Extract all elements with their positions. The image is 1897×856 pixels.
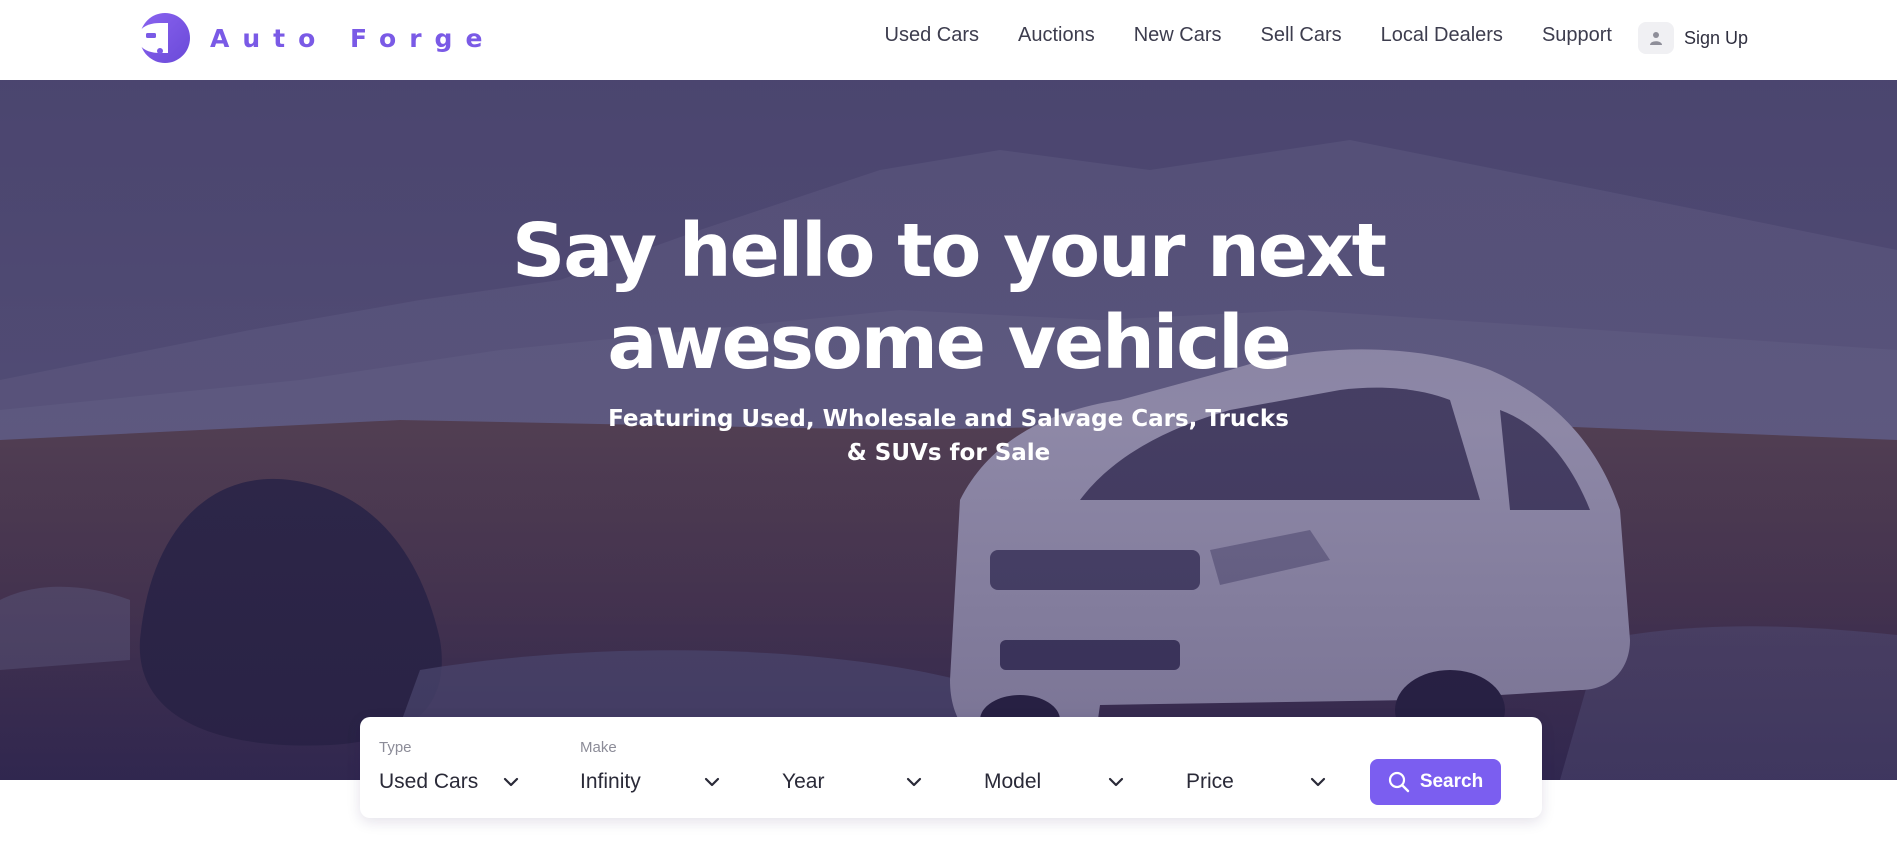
hero-title: Say hello to your next awesome vehicle <box>0 205 1897 389</box>
search-button-label: Search <box>1419 771 1484 792</box>
chevron-down-icon <box>1310 777 1326 787</box>
model-value: Model <box>984 770 1042 793</box>
brand-name: Auto Forge <box>210 23 496 53</box>
nav-auctions[interactable]: Auctions <box>1018 24 1095 47</box>
type-value: Used Cars <box>379 770 479 793</box>
type-label: Type <box>379 739 412 756</box>
hero-subtitle-line2: & SUVs for Sale <box>846 440 1051 466</box>
type-select[interactable]: Type Used Cars <box>360 717 560 818</box>
nav-new-cars[interactable]: New Cars <box>1134 24 1222 47</box>
hero-title-line1: Say hello to your next <box>511 208 1387 294</box>
hero-title-line2: awesome vehicle <box>607 300 1291 386</box>
year-select[interactable]: Year <box>763 717 963 818</box>
make-label: Make <box>580 739 617 756</box>
price-select[interactable]: Price <box>1167 717 1367 818</box>
vehicle-search-bar: Type Used Cars Make Infinity Year Model … <box>360 717 1542 818</box>
chevron-down-icon <box>704 777 720 787</box>
user-icon <box>1638 22 1674 54</box>
search-icon <box>1388 771 1410 793</box>
chevron-down-icon <box>503 777 519 787</box>
main-nav: Used Cars Auctions New Cars Sell Cars Lo… <box>885 24 1613 47</box>
hero-subtitle: Featuring Used, Wholesale and Salvage Ca… <box>0 402 1897 470</box>
hero-subtitle-line1: Featuring Used, Wholesale and Salvage Ca… <box>608 406 1289 432</box>
year-value: Year <box>782 770 825 793</box>
logo[interactable]: Auto Forge <box>140 13 495 63</box>
signup-button[interactable]: Sign Up <box>1638 22 1748 54</box>
make-select[interactable]: Make Infinity <box>561 717 761 818</box>
chevron-down-icon <box>1108 777 1124 787</box>
nav-local-dealers[interactable]: Local Dealers <box>1381 24 1503 47</box>
nav-sell-cars[interactable]: Sell Cars <box>1261 24 1342 47</box>
site-header: Auto Forge Used Cars Auctions New Cars S… <box>0 0 1897 80</box>
hero-section: Say hello to your next awesome vehicle F… <box>0 80 1897 780</box>
model-select[interactable]: Model <box>965 717 1165 818</box>
nav-used-cars[interactable]: Used Cars <box>885 24 979 47</box>
make-value: Infinity <box>580 770 641 793</box>
nav-support[interactable]: Support <box>1542 24 1612 47</box>
price-value: Price <box>1186 770 1234 793</box>
logo-car-icon <box>140 13 190 63</box>
chevron-down-icon <box>906 777 922 787</box>
search-button[interactable]: Search <box>1370 759 1501 805</box>
signup-label: Sign Up <box>1684 27 1749 48</box>
